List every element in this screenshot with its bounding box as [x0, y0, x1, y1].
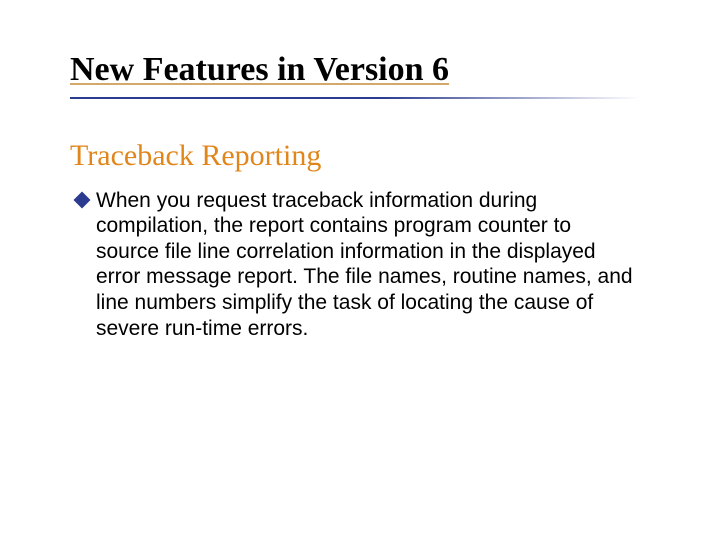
bullet-text: When you request traceback information d…	[96, 188, 636, 342]
title-rule	[70, 95, 640, 101]
slide: New Features in Version 6 Traceback Repo…	[0, 0, 720, 540]
slide-title: New Features in Version 6	[70, 50, 650, 89]
rule-fade	[380, 95, 640, 101]
slide-subtitle: Traceback Reporting	[70, 139, 650, 174]
bullet-item: When you request traceback information d…	[70, 188, 636, 342]
diamond-bullet-icon	[74, 191, 91, 208]
